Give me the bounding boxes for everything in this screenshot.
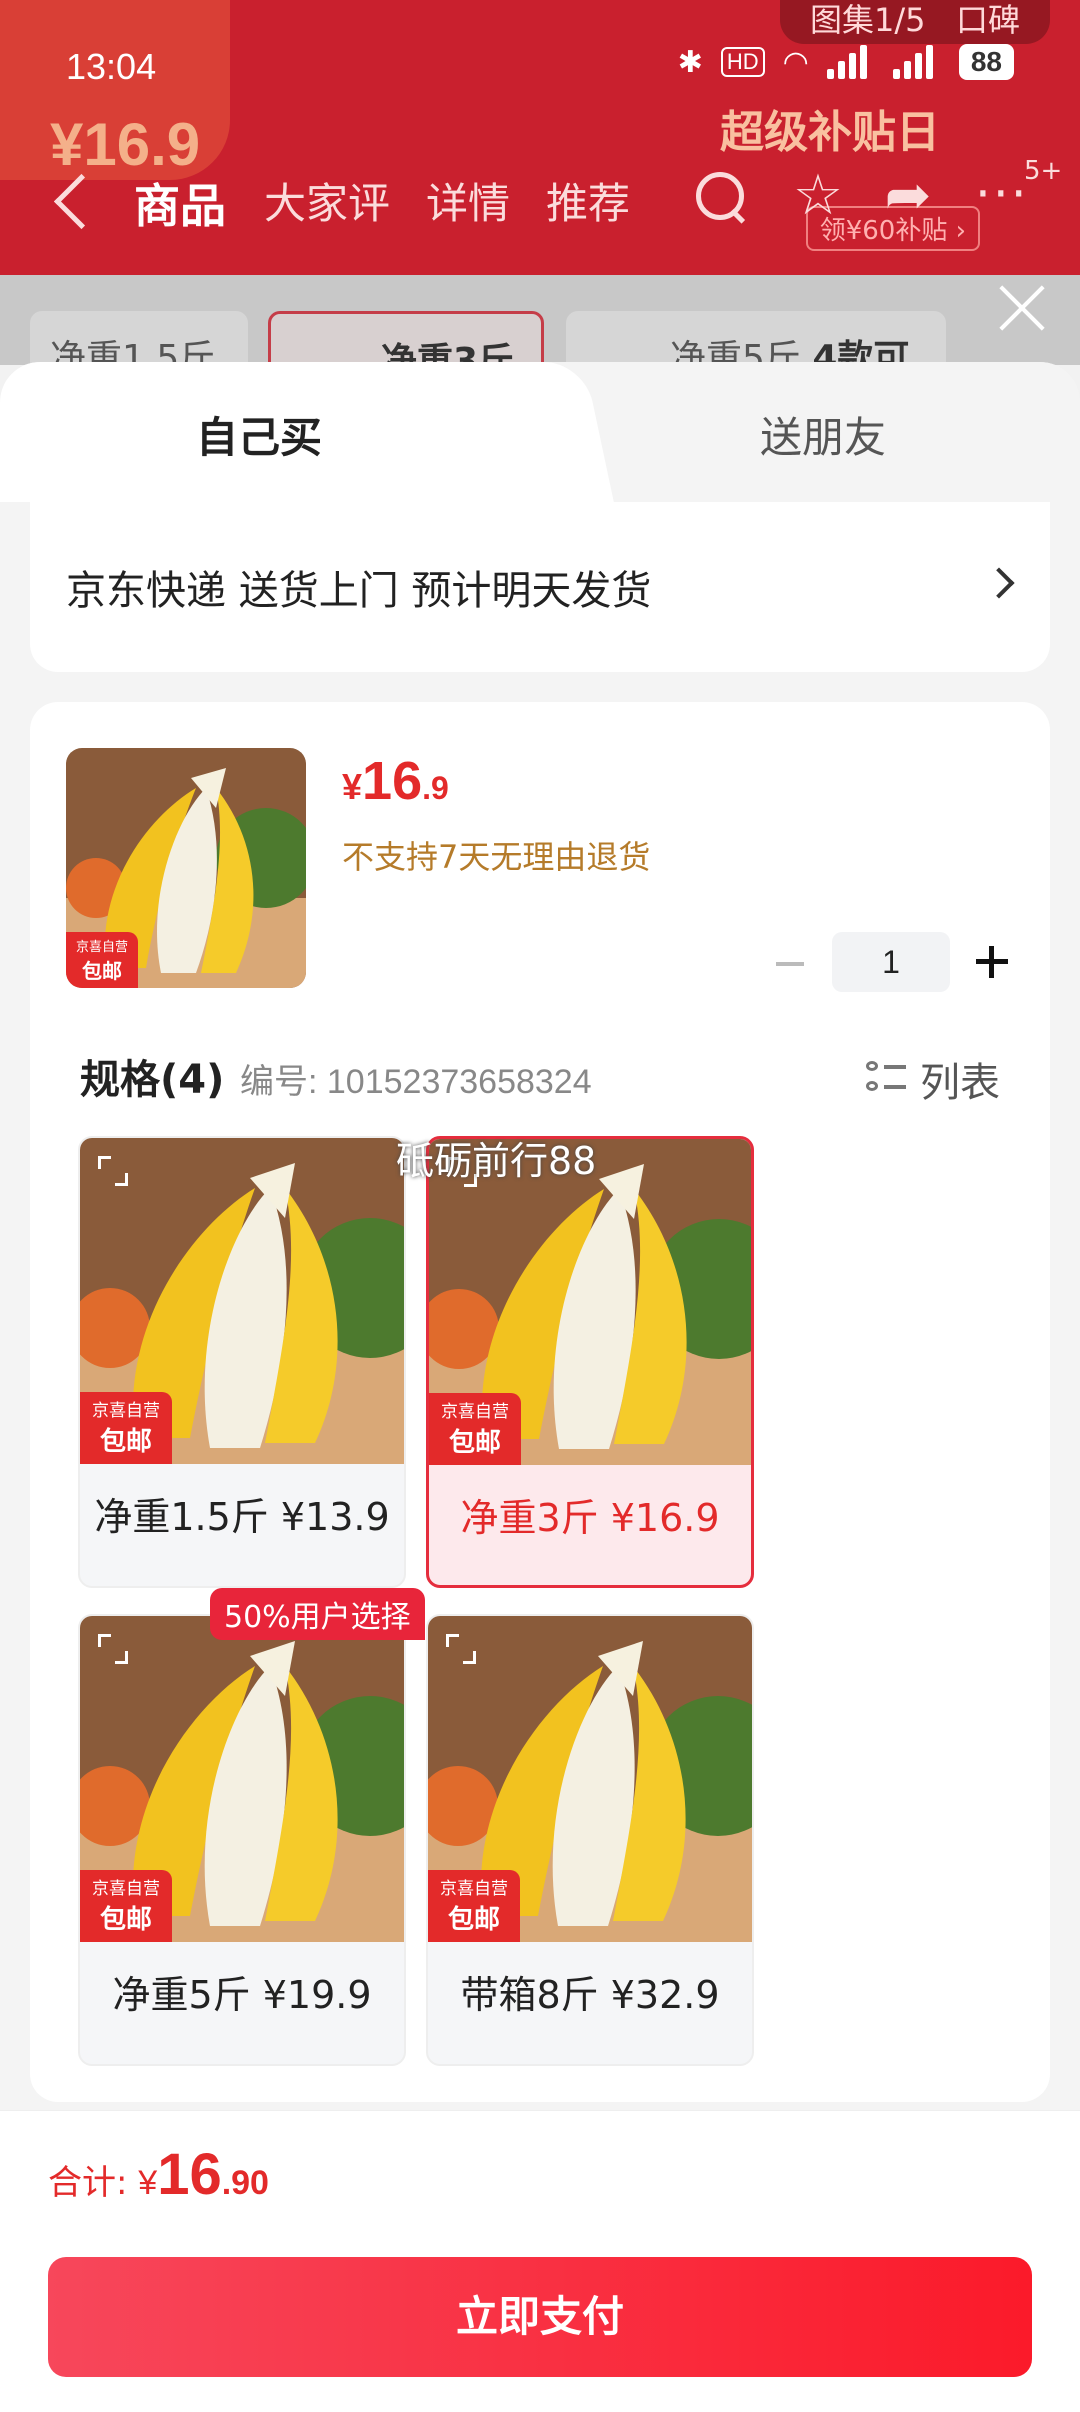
hd-icon: HD: [720, 47, 765, 77]
delivery-text: 京东快递 送货上门 预计明天发货: [66, 568, 652, 614]
user-watermark: 砥砺前行88: [396, 1139, 597, 1183]
close-icon[interactable]: [992, 278, 1052, 338]
purchase-sheet: 自己买 送朋友 京东快递 送货上门 预计明天发货 京喜自营 包邮 ¥16.9 不…: [0, 362, 1080, 2412]
spec-option-3[interactable]: 京喜自营 包邮 净重5斤 ¥19.9: [78, 1614, 406, 2066]
tab-reviews[interactable]: 大家评: [264, 170, 390, 231]
list-view-label: 列表: [920, 1060, 1000, 1106]
product-page-header: 图集1/5 口碑 超级补贴日 ¥16.9 领¥60补贴 › 13:04 ✱ HD…: [0, 0, 1080, 275]
bluetooth-icon: ✱: [677, 45, 703, 79]
spec-option-4[interactable]: 京喜自营 包邮 带箱8斤 ¥32.9: [426, 1614, 754, 2066]
pay-now-button[interactable]: 立即支付: [48, 2257, 1032, 2377]
option-label: 净重3斤 ¥16.9: [460, 1496, 720, 1540]
selected-price: ¥16.9: [342, 751, 449, 811]
battery-indicator: 88: [958, 44, 1014, 80]
spec-title: 规格(4): [80, 1057, 225, 1103]
list-icon: [866, 1059, 906, 1099]
tab-product[interactable]: 商品: [134, 170, 226, 236]
quantity-value[interactable]: 1: [832, 932, 950, 992]
signal-icon: [826, 45, 875, 79]
decrease-button[interactable]: [770, 944, 810, 984]
wifi-icon: ◠: [782, 45, 809, 79]
checkout-footer: 合计: ¥16.90 立即支付: [0, 2110, 1080, 2412]
more-badge: 5+: [1024, 156, 1063, 186]
share-icon[interactable]: ➦: [880, 168, 936, 224]
purchase-tabs: 自己买 送朋友: [0, 362, 1080, 512]
return-policy-note: 不支持7天无理由退货: [342, 838, 651, 876]
option-label: 净重1.5斤 ¥13.9: [94, 1495, 390, 1539]
list-view-toggle[interactable]: 列表: [866, 1050, 1000, 1108]
tab-details[interactable]: 详情: [426, 170, 510, 231]
sku-strip: 净重1.5斤 净重3斤 净重5斤 4款可选: [0, 275, 1080, 431]
jd-shipping-badge: 京喜自营 包邮: [428, 1870, 520, 1942]
option-label: 净重5斤 ¥19.9: [112, 1973, 372, 2017]
expand-icon[interactable]: [446, 1634, 476, 1664]
increase-button[interactable]: [970, 940, 1014, 984]
expand-icon[interactable]: [98, 1634, 128, 1664]
status-icons: ✱ HD ◠ 88: [678, 44, 1014, 80]
tab-recommend[interactable]: 推荐: [546, 170, 630, 231]
jd-shipping-badge: 京喜自营 包邮: [429, 1393, 521, 1465]
spec-option-2-selected[interactable]: 京喜自营 包邮 净重3斤 ¥16.9: [426, 1136, 754, 1588]
spec-code: 编号: 10152373658324: [240, 1063, 592, 1101]
delivery-row[interactable]: 京东快递 送货上门 预计明天发货: [30, 502, 1050, 672]
spec-option-1[interactable]: 京喜自营 包邮 净重1.5斤 ¥13.9: [78, 1136, 406, 1588]
tab-buy-self-label[interactable]: 自己买: [196, 404, 322, 465]
quantity-stepper: 1: [770, 932, 1020, 992]
status-bar: 13:04 ✱ HD ◠ 88: [0, 0, 1080, 140]
popular-choice-tag: 50%用户选择: [210, 1588, 425, 1640]
favorite-star-icon[interactable]: ☆: [790, 168, 846, 224]
jd-shipping-badge: 京喜自营 包邮: [66, 932, 138, 988]
jd-shipping-badge: 京喜自营 包邮: [80, 1392, 172, 1464]
chevron-right-icon: [983, 567, 1015, 599]
product-card: 京喜自营 包邮 ¥16.9 不支持7天无理由退货 1 规格(4) 编号: 101…: [30, 702, 1050, 2102]
tab-gift-friend[interactable]: 送朋友: [760, 404, 886, 465]
option-label: 带箱8斤 ¥32.9: [460, 1973, 720, 2017]
more-icon[interactable]: ···: [975, 169, 1031, 230]
back-arrow-icon[interactable]: [50, 170, 90, 230]
jd-shipping-badge: 京喜自营 包邮: [80, 1870, 172, 1942]
signal-icon-2: [892, 45, 941, 79]
expand-icon[interactable]: [98, 1156, 128, 1186]
search-icon[interactable]: [692, 168, 748, 224]
product-thumbnail[interactable]: 京喜自营 包邮: [66, 748, 306, 988]
status-time: 13:04: [66, 46, 157, 87]
total-amount: 合计: ¥16.90: [48, 2142, 269, 2207]
